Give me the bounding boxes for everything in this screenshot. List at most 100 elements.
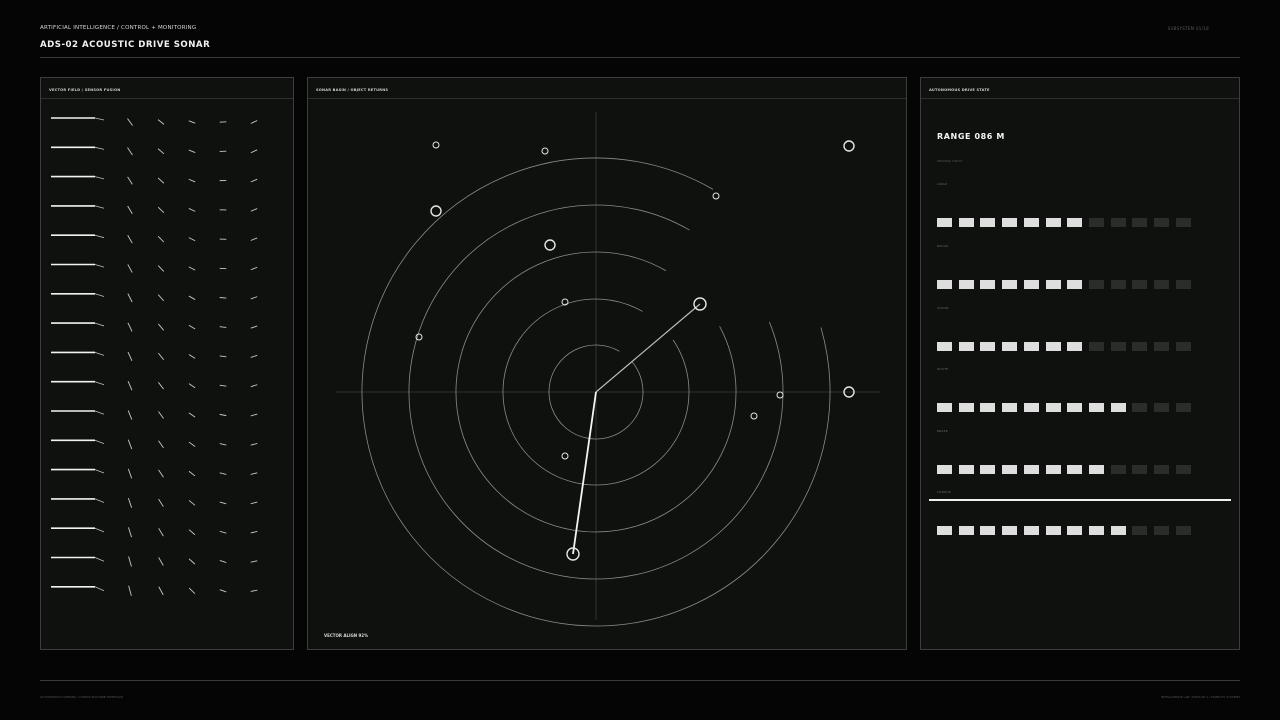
vector-glyph: [127, 322, 133, 332]
vector-glyph: [250, 560, 258, 563]
meter-cell-vision: [1175, 342, 1191, 351]
meter-cell-lidar: [980, 218, 996, 227]
object-return-marker[interactable]: [541, 147, 549, 155]
meter-cell-radar: [1154, 280, 1169, 289]
object-return-marker[interactable]: [843, 140, 855, 152]
vector-glyph: [188, 529, 196, 536]
meter-cell-brake: [1132, 465, 1148, 474]
vector-glyph: [188, 500, 196, 506]
vector-glyph: [250, 237, 258, 241]
meter-cell-vision: [1023, 342, 1039, 351]
object-return-marker[interactable]: [750, 412, 758, 420]
meter-cell-radar: [937, 280, 952, 289]
vector-glyph: [250, 413, 258, 417]
meter-cell-brake: [1175, 465, 1191, 474]
vector-glyph: [157, 323, 165, 331]
vector-glyph: [219, 589, 227, 593]
meter-label-vision: VISION: [937, 306, 949, 310]
meter-cell-radar: [980, 280, 996, 289]
vector-glyph: [250, 296, 258, 300]
meter-cell-lidar: [1045, 218, 1061, 227]
meter-cell-lidar: [1110, 218, 1126, 227]
vector-glyph: [250, 589, 258, 592]
heading-readout: HEADING 349.07: [937, 159, 963, 163]
vector-lead-tip: [94, 146, 105, 150]
vector-glyph: [158, 528, 164, 537]
vector-glyph: [188, 470, 196, 477]
meter-cell-brake: [980, 465, 996, 474]
vector-glyph: [250, 178, 258, 183]
meter-cell-route: [1110, 403, 1126, 412]
object-return-marker[interactable]: [712, 192, 720, 200]
meter-cell-radar: [1132, 280, 1148, 289]
meter-cell-brake: [958, 465, 974, 474]
vector-glyph: [188, 178, 196, 183]
vector-glyph: [127, 118, 133, 126]
footer-left-label: AUTONOMOUS SENSING / HUMAN MACHINE INTER…: [40, 695, 123, 699]
footer-right-label: INTELLIGENCE LAB / MODULE 1 / MOBILITY S…: [1161, 695, 1240, 699]
vector-glyph: [219, 472, 227, 475]
object-return-marker[interactable]: [432, 141, 440, 149]
meter-cell-brake: [1023, 465, 1039, 474]
header-divider: [40, 57, 1240, 58]
meter-cell-torque: [1067, 526, 1083, 535]
meter-cell-route: [1067, 403, 1083, 412]
vector-glyph: [157, 236, 165, 243]
meter-cell-vision: [1132, 342, 1148, 351]
vector-lead-tip: [94, 557, 105, 562]
range-readout: RANGE 086 M: [937, 132, 1005, 141]
vector-lead-tip: [94, 469, 105, 474]
vector-glyph: [219, 530, 227, 534]
vector-glyph: [188, 324, 196, 330]
vector-lead-tip: [94, 527, 105, 533]
vector-glyph: [188, 383, 196, 389]
vector-glyph: [158, 411, 164, 419]
meter-label-lidar: LIDAR: [937, 182, 947, 186]
object-return-marker[interactable]: [544, 239, 556, 251]
meter-cell-vision: [958, 342, 974, 351]
vector-align-readout: VECTOR ALIGN 92%: [324, 633, 369, 638]
meter-cell-vision: [980, 342, 996, 351]
vector-glyph: [188, 441, 196, 447]
meter-cell-torque: [1175, 526, 1191, 535]
vector-glyph: [127, 264, 133, 273]
vector-glyph: [158, 382, 164, 390]
vector-glyph: [127, 234, 133, 244]
meter-cell-vision: [1110, 342, 1126, 351]
object-return-marker[interactable]: [776, 391, 784, 399]
vector-glyph: [188, 558, 196, 565]
meter-cell-radar: [1002, 280, 1018, 289]
meter-cell-lidar: [1002, 218, 1018, 227]
vector-glyph: [219, 413, 227, 417]
vector-lead-tip: [94, 586, 105, 592]
vector-glyph: [157, 294, 165, 302]
meter-cell-radar: [1045, 280, 1061, 289]
vector-glyph: [250, 149, 258, 154]
meter-cell-brake: [1067, 465, 1083, 474]
meter-cell-lidar: [1154, 218, 1169, 227]
vector-glyph: [188, 587, 196, 594]
sweep-vector-b: [572, 391, 597, 555]
meter-cell-brake: [1110, 465, 1126, 474]
vector-glyph: [250, 325, 258, 329]
vector-glyph: [219, 297, 227, 299]
meter-cell-radar: [958, 280, 974, 289]
vector-glyph: [250, 354, 258, 358]
vector-glyph: [250, 266, 258, 271]
object-return-marker[interactable]: [430, 205, 442, 217]
object-return-marker[interactable]: [561, 452, 569, 460]
state-divider-rule: [929, 499, 1231, 501]
vector-glyph: [188, 266, 196, 271]
meter-cell-torque: [1132, 526, 1148, 535]
vector-glyph: [188, 412, 196, 418]
meter-cell-lidar: [937, 218, 952, 227]
vector-glyph: [127, 439, 133, 450]
meter-cell-route: [1154, 403, 1169, 412]
vector-glyph: [158, 469, 164, 478]
meter-cell-brake: [1002, 465, 1018, 474]
vector-glyph: [219, 501, 227, 505]
meter-cell-torque: [1002, 526, 1018, 535]
meter-cell-route: [1023, 403, 1039, 412]
meter-cell-route: [1002, 403, 1018, 412]
sonar-canvas[interactable]: [308, 78, 906, 649]
